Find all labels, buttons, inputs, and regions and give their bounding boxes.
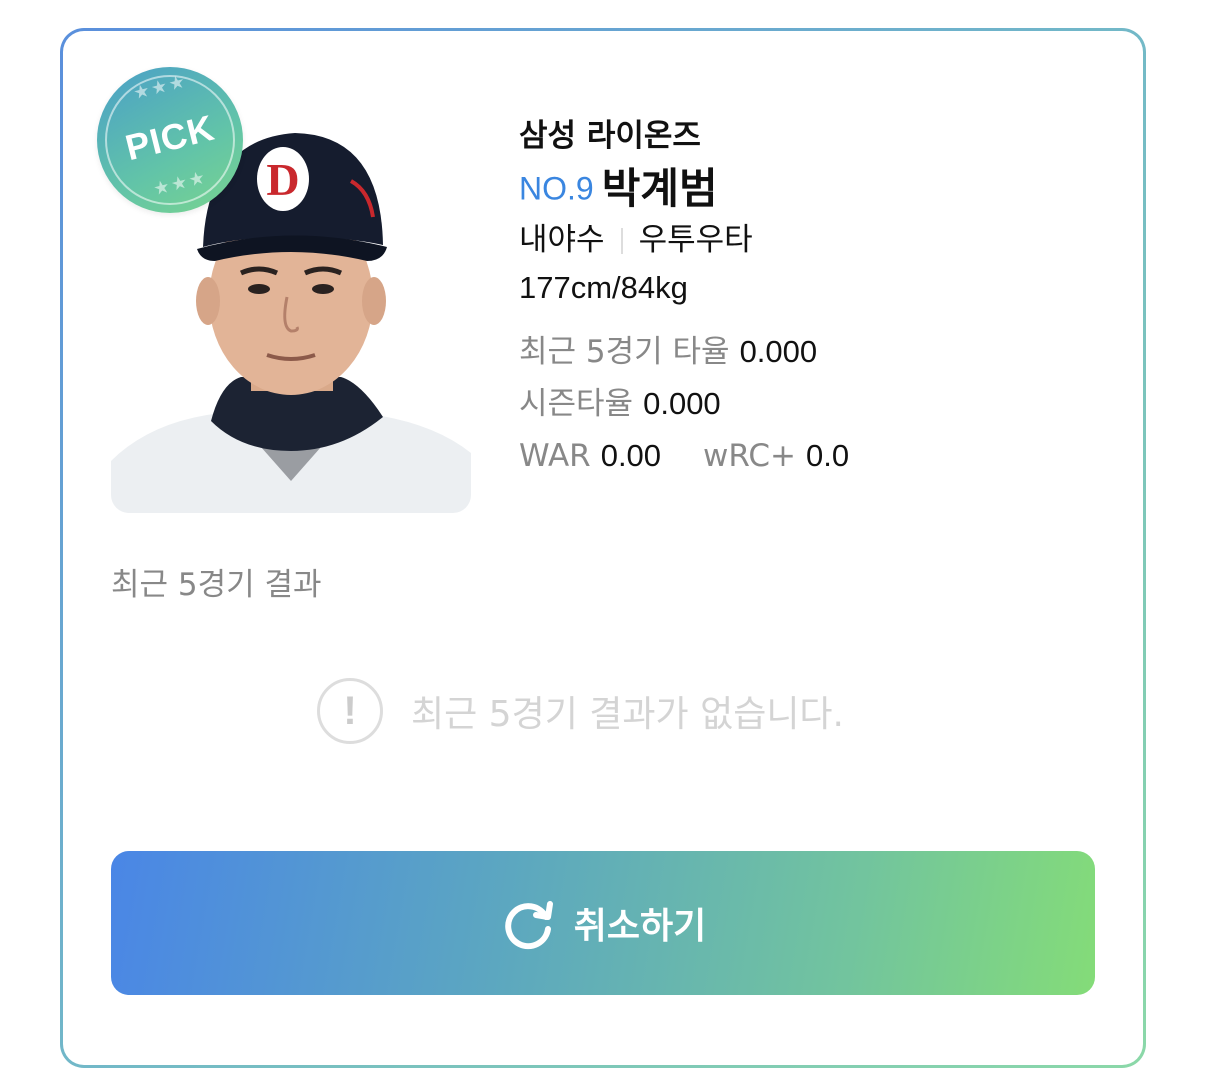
position-row: 내야수 우투우타 <box>519 216 1079 264</box>
player-info: 삼성 라이온즈 NO.9 박계범 내야수 우투우타 177cm/84kg 최근 5경… <box>519 115 1079 482</box>
player-card-body: D ★★★ PICK ★★★ 삼성 라이온즈 NO.9 박계범 내야수 우투우타 1… <box>63 31 1143 1065</box>
player-name: 박계범 <box>601 163 718 213</box>
recent-results-title: 최근 5경기 결과 <box>111 567 322 603</box>
recent5-avg-value: 0.000 <box>739 333 818 369</box>
season-avg-label: 시즌타율 <box>519 385 634 422</box>
recent5-avg-label: 최근 5경기 타율 <box>519 333 730 370</box>
wrc-label: wRC+ <box>703 437 797 474</box>
recent-results-empty: ! 최근 5경기 결과가 없습니다. <box>317 675 844 747</box>
war-value: 0.00 <box>600 437 662 473</box>
refresh-icon <box>505 901 553 950</box>
cancel-button[interactable]: 취소하기 <box>111 851 1095 995</box>
war-label: WAR <box>519 437 591 474</box>
divider <box>620 228 623 254</box>
player-name-row: NO.9 박계범 <box>519 163 1079 214</box>
height-weight: 177cm/84kg <box>519 269 688 305</box>
season-avg-row: 시즌타율 0.000 <box>519 378 1079 430</box>
wrc-value: 0.0 <box>806 437 850 473</box>
exclamation-icon: ! <box>317 678 383 744</box>
empty-message: 최근 5경기 결과가 없습니다. <box>411 694 844 735</box>
team-name: 삼성 라이온즈 <box>519 118 701 154</box>
war-wrc-row: WAR 0.00 wRC+ 0.0 <box>519 430 1079 482</box>
bat-throw: 우투우타 <box>638 221 753 258</box>
stats-block: 최근 5경기 타율 0.000 시즌타율 0.000 WAR 0.00 wRC+ 0.0 <box>519 326 1079 482</box>
player-card: D ★★★ PICK ★★★ 삼성 라이온즈 NO.9 박계범 내야수 우투우타 1… <box>60 28 1146 1068</box>
svg-text:D: D <box>266 154 299 205</box>
season-avg-value: 0.000 <box>643 385 721 421</box>
uniform-number: NO.9 <box>519 170 594 207</box>
position: 내야수 <box>519 221 605 258</box>
pick-badge: ★★★ PICK ★★★ <box>97 67 243 213</box>
recent5-avg-row: 최근 5경기 타율 0.000 <box>519 326 1079 378</box>
cancel-label: 취소하기 <box>573 906 707 947</box>
